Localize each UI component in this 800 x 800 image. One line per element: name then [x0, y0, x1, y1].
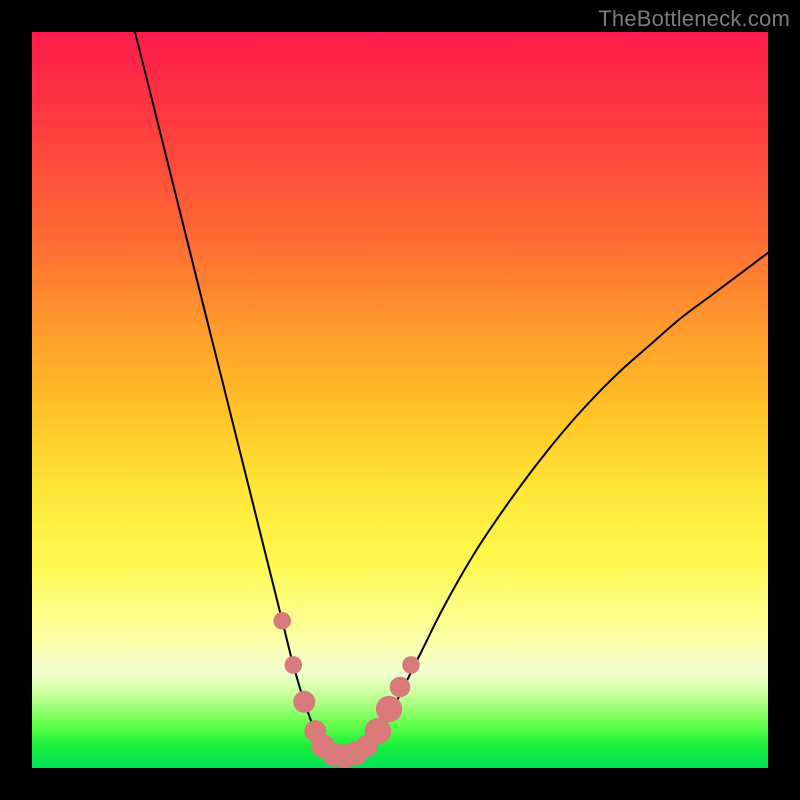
curve-marker: [402, 656, 420, 674]
credit-label: TheBottleneck.com: [598, 6, 790, 32]
curve-marker: [293, 691, 315, 713]
plot-area: [32, 32, 768, 768]
curve-marker: [285, 656, 303, 674]
bottleneck-curve: [135, 32, 768, 758]
chart-svg: [32, 32, 768, 768]
curve-marker: [273, 612, 291, 630]
marker-group: [273, 612, 419, 768]
chart-frame: TheBottleneck.com: [0, 0, 800, 800]
curve-marker: [376, 696, 402, 722]
curve-marker: [390, 677, 411, 698]
